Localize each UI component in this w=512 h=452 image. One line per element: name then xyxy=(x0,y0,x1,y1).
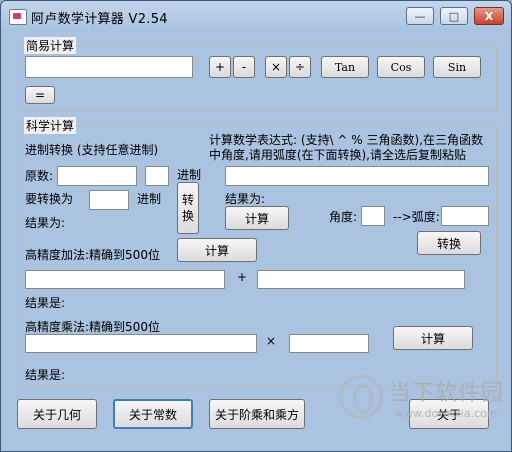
watermark-text: 当下软件园 xyxy=(389,381,505,406)
simple-calc-input[interactable] xyxy=(25,56,193,78)
hp-mul-title: 高精度乘法:精确到500位 xyxy=(25,320,160,334)
about-geometry-button[interactable]: 关于几何 xyxy=(17,399,97,429)
hp-mul-input-1[interactable] xyxy=(25,334,257,353)
sin-button[interactable]: Sin xyxy=(433,56,481,78)
plus-button[interactable]: + xyxy=(209,56,231,78)
hp-add-input-2[interactable] xyxy=(257,270,465,289)
target-base-input[interactable] xyxy=(89,190,129,210)
hp-add-title: 高精度加法:精确到500位 xyxy=(25,248,160,262)
hp-mul-calc-button[interactable]: 计算 xyxy=(393,326,473,350)
divide-button[interactable]: ÷ xyxy=(289,56,311,78)
hp-add-calc-button[interactable]: 计算 xyxy=(177,238,257,262)
original-base-input[interactable] xyxy=(145,166,169,186)
base-convert-char-2: 换 xyxy=(181,209,194,223)
multiply-button[interactable]: × xyxy=(265,56,287,78)
expression-result-label: 结果为: xyxy=(225,192,266,206)
base-convert-button[interactable]: 转 换 xyxy=(177,182,199,234)
tan-button[interactable]: Tan xyxy=(321,56,369,78)
about-constants-button[interactable]: 关于常数 xyxy=(113,399,193,429)
close-button[interactable]: X xyxy=(474,7,504,25)
angle-input[interactable] xyxy=(361,206,385,226)
expression-input[interactable] xyxy=(225,166,489,186)
window-title: 阿卢数学计算器 V2.54 xyxy=(31,12,168,27)
radian-input[interactable] xyxy=(441,206,489,226)
hp-mul-input-2[interactable] xyxy=(289,334,369,353)
original-number-input[interactable] xyxy=(57,166,137,186)
base-convert-char-1: 转 xyxy=(181,193,194,207)
minimize-button[interactable]: — xyxy=(406,7,434,25)
about-factorial-button[interactable]: 关于阶乘和乘方 xyxy=(209,399,305,429)
plus-sign: + xyxy=(237,270,248,284)
base-result-label: 结果为: xyxy=(25,216,66,230)
hp-add-input-1[interactable] xyxy=(25,270,225,289)
original-base-label: 进制 xyxy=(177,168,202,182)
minus-button[interactable]: - xyxy=(233,56,255,78)
expression-title: 计算数学表达式: (支持\ ^ % 三角函数),在三角函数中角度,请用弧度(在下… xyxy=(209,133,483,162)
times-sign: × xyxy=(266,334,277,348)
maximize-button[interactable]: □ xyxy=(440,7,468,25)
angle-label: 角度: xyxy=(329,210,358,224)
radian-label: -->弧度: xyxy=(393,210,440,224)
expression-calc-button[interactable]: 计算 xyxy=(225,206,289,230)
original-number-label: 原数: xyxy=(25,169,54,183)
app-window: 阿卢数学计算器 V2.54 — □ X 简易计算 + - × ÷ Tan Cos… xyxy=(0,0,512,452)
title-bar[interactable]: 阿卢数学计算器 V2.54 — □ X xyxy=(1,1,511,31)
angle-convert-button[interactable]: 转换 xyxy=(417,231,481,255)
target-base-label: 要转换为 xyxy=(25,192,74,206)
watermark-url: www.downxia.com xyxy=(395,407,498,420)
simple-calc-label: 简易计算 xyxy=(24,37,77,54)
hp-mul-result-label: 结果是: xyxy=(25,368,66,382)
watermark: 当下软件园 www.downxia.com xyxy=(339,371,509,431)
hp-add-result-label: 结果是: xyxy=(25,296,66,310)
target-base-suffix: 进制 xyxy=(137,192,162,206)
cos-button[interactable]: Cos xyxy=(377,56,425,78)
equals-button[interactable]: = xyxy=(25,86,55,104)
watermark-logo-icon xyxy=(339,375,383,419)
base-conversion-title: 进制转换 (支持任意进制) xyxy=(25,143,159,157)
calculator-icon xyxy=(9,9,27,25)
science-calc-label: 科学计算 xyxy=(24,117,77,134)
